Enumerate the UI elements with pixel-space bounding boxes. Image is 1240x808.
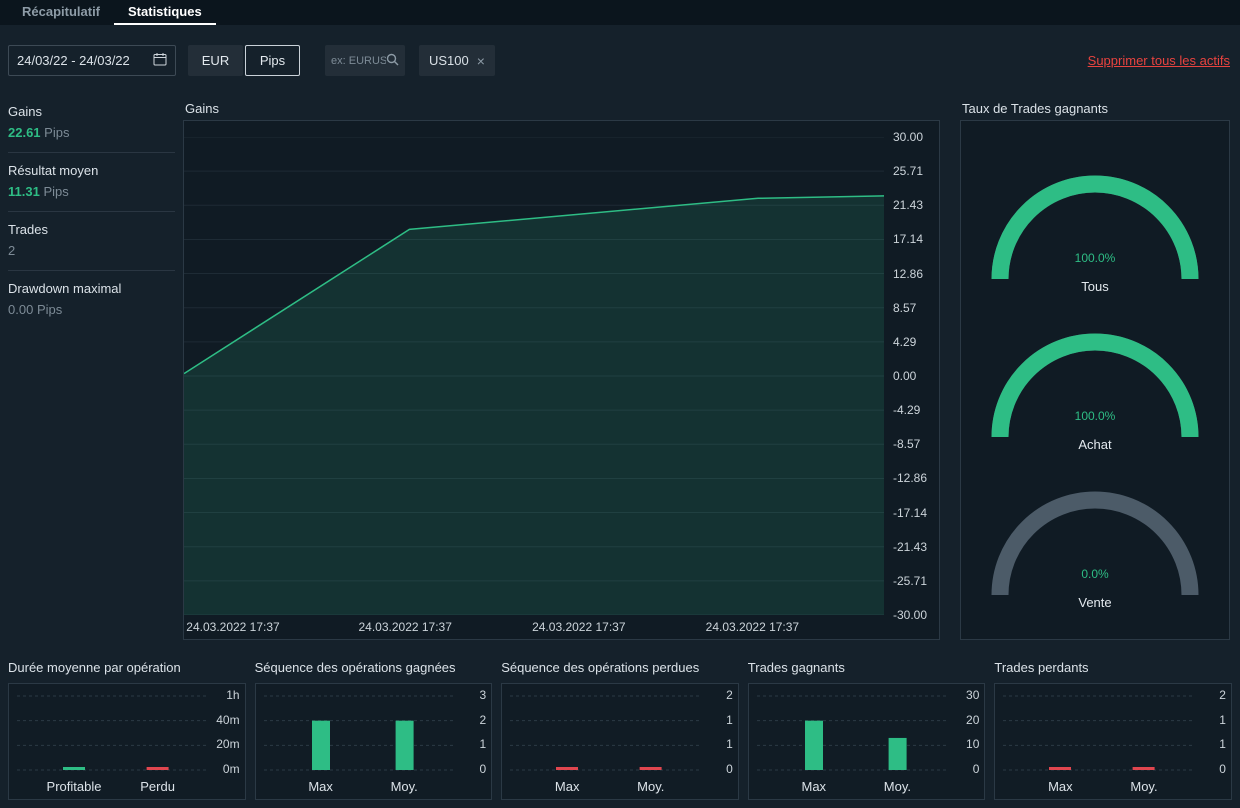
mini-x-axis: Max Moy. (801, 779, 911, 794)
mini-chart-title: Séquence des opérations gagnées (254, 660, 456, 675)
gauge-percentage: 0.0% (1081, 567, 1109, 581)
mini-chart-box: 1h 40m 20m 0m Profitable Perdu (8, 683, 246, 800)
stat-unit: Pips (44, 125, 70, 140)
mini-bar-chart (510, 695, 701, 771)
chip-close-icon[interactable]: × (477, 53, 485, 69)
stat-label: Gains (8, 104, 42, 119)
date-range-value: 24/03/22 - 24/03/22 (17, 53, 130, 68)
stat-value: 0.00 (8, 302, 34, 317)
stat-value: 2 (8, 243, 16, 258)
calendar-icon[interactable] (153, 52, 167, 69)
mini-y-axis: 30 20 10 0 (966, 688, 980, 776)
mini-x-axis: Profitable Perdu (46, 779, 175, 794)
stat-value: 11.31 (8, 184, 40, 199)
mini-bar-chart (1003, 695, 1194, 771)
win-rate-gauges-panel: 100.0% Tous 100.0% Achat 0.0% Vente (960, 120, 1230, 640)
panel-sequence-gagnees: Séquence des opérations gagnées 3210 Max… (254, 660, 493, 800)
panel-duree-moyenne: Durée moyenne par opération 1h 40m 20m 0m P… (8, 660, 246, 800)
stat-label: Drawdown maximal (8, 281, 122, 296)
stat-value: 22.61 (8, 125, 41, 140)
mini-y-axis: 2110 (726, 688, 733, 776)
mini-bar-chart (17, 695, 207, 771)
mini-chart-box: 3210 Max Moy. (254, 683, 493, 800)
mini-chart-title: Trades perdants (994, 660, 1089, 675)
gauge-percentage: 100.0% (1074, 409, 1116, 423)
mini-chart-title: Durée moyenne par opération (8, 660, 181, 675)
gains-chart-plot (184, 137, 884, 615)
search-input[interactable] (331, 54, 386, 67)
gauge-label: Achat (1078, 437, 1112, 452)
mini-x-axis: Max Moy. (1048, 779, 1158, 794)
gains-x-axis: 24.03.2022 17:37 24.03.2022 17:37 24.03.20… (186, 620, 800, 634)
stats-sidebar: Gains 22.61 Pips Résultat moyen 11.31 Pi… (8, 94, 175, 329)
gauge-tous: 100.0% Tous (980, 167, 1210, 299)
stat-resultat-moyen: Résultat moyen 11.31 Pips (8, 153, 175, 212)
gauge-vente: 0.0% Vente (980, 483, 1210, 615)
tab-recapitulatif[interactable]: Récapitulatif (8, 0, 114, 25)
stat-label: Résultat moyen (8, 163, 99, 178)
mini-chart-box: 2110 Max Moy. (994, 683, 1232, 800)
mini-y-axis: 3210 (479, 688, 487, 776)
panel-trades-perdants: Trades perdants 2110 Max Moy. (994, 660, 1232, 800)
trading-statistics-app: { "colors": { "green": "#2ebd85", "red":… (0, 0, 1240, 808)
gauge-percentage: 100.0% (1074, 251, 1116, 265)
mini-bar-chart (756, 695, 947, 771)
panel-sequence-perdues: Séquence des opérations perdues 2110 Max… (501, 660, 739, 800)
mini-chart-title: Trades gagnants (747, 660, 845, 675)
stat-unit: Pips (43, 184, 69, 199)
mini-x-axis: Max Moy. (554, 779, 665, 794)
mini-bar-chart (263, 695, 454, 771)
gauge-label: Vente (1078, 595, 1112, 610)
gains-area-chart (184, 137, 884, 615)
mini-x-axis: Max Moy. (308, 779, 418, 794)
stat-gains: Gains 22.61 Pips (8, 94, 175, 153)
pips-button[interactable]: Pips (245, 45, 300, 76)
toolbar: 24/03/22 - 24/03/22 EUR Pips US100 × Sup… (8, 45, 1230, 76)
panel-trades-gagnants: Trades gagnants 30 20 10 0 Max Moy. (747, 660, 986, 800)
stat-drawdown-maximal: Drawdown maximal 0.00 Pips (8, 271, 175, 329)
gains-chart-panel: 30.00 25.71 21.43 17.14 12.86 8.57 4.29 0.00 -4.… (183, 120, 940, 640)
currency-button[interactable]: EUR (188, 45, 243, 76)
stat-label: Trades (8, 222, 48, 237)
tab-statistiques[interactable]: Statistiques (114, 0, 216, 25)
search-icon[interactable] (386, 53, 399, 69)
gauge-achat: 100.0% Achat (980, 325, 1210, 457)
mini-chart-box: 30 20 10 0 Max Moy. (747, 683, 986, 800)
bottom-charts-row: Durée moyenne par opération 1h 40m 20m 0m P… (8, 660, 1232, 800)
search-box[interactable] (325, 45, 405, 76)
mini-chart-box: 2110 Max Moy. (501, 683, 739, 800)
date-range-input[interactable]: 24/03/22 - 24/03/22 (8, 45, 176, 76)
gauges-panel-title: Taux de Trades gagnants (962, 101, 1108, 116)
stat-trades: Trades 2 (8, 212, 175, 271)
mini-chart-title: Séquence des opérations perdues (501, 660, 700, 675)
asset-chip-label: US100 (429, 53, 469, 68)
mini-y-axis: 2110 (1219, 688, 1226, 776)
stat-unit: Pips (36, 302, 63, 317)
asset-chip[interactable]: US100 × (419, 45, 495, 76)
mini-y-axis: 1h 40m 20m 0m (216, 688, 240, 776)
tabs-bar: Récapitulatif Statistiques (0, 0, 1240, 25)
gains-y-axis: 30.00 25.71 21.43 17.14 12.86 8.57 4.29 0.00 -4.… (893, 130, 928, 622)
clear-assets-link[interactable]: Supprimer tous les actifs (1088, 53, 1230, 68)
gauge-label: Tous (1081, 279, 1109, 294)
gains-chart-title: Gains (185, 101, 219, 116)
